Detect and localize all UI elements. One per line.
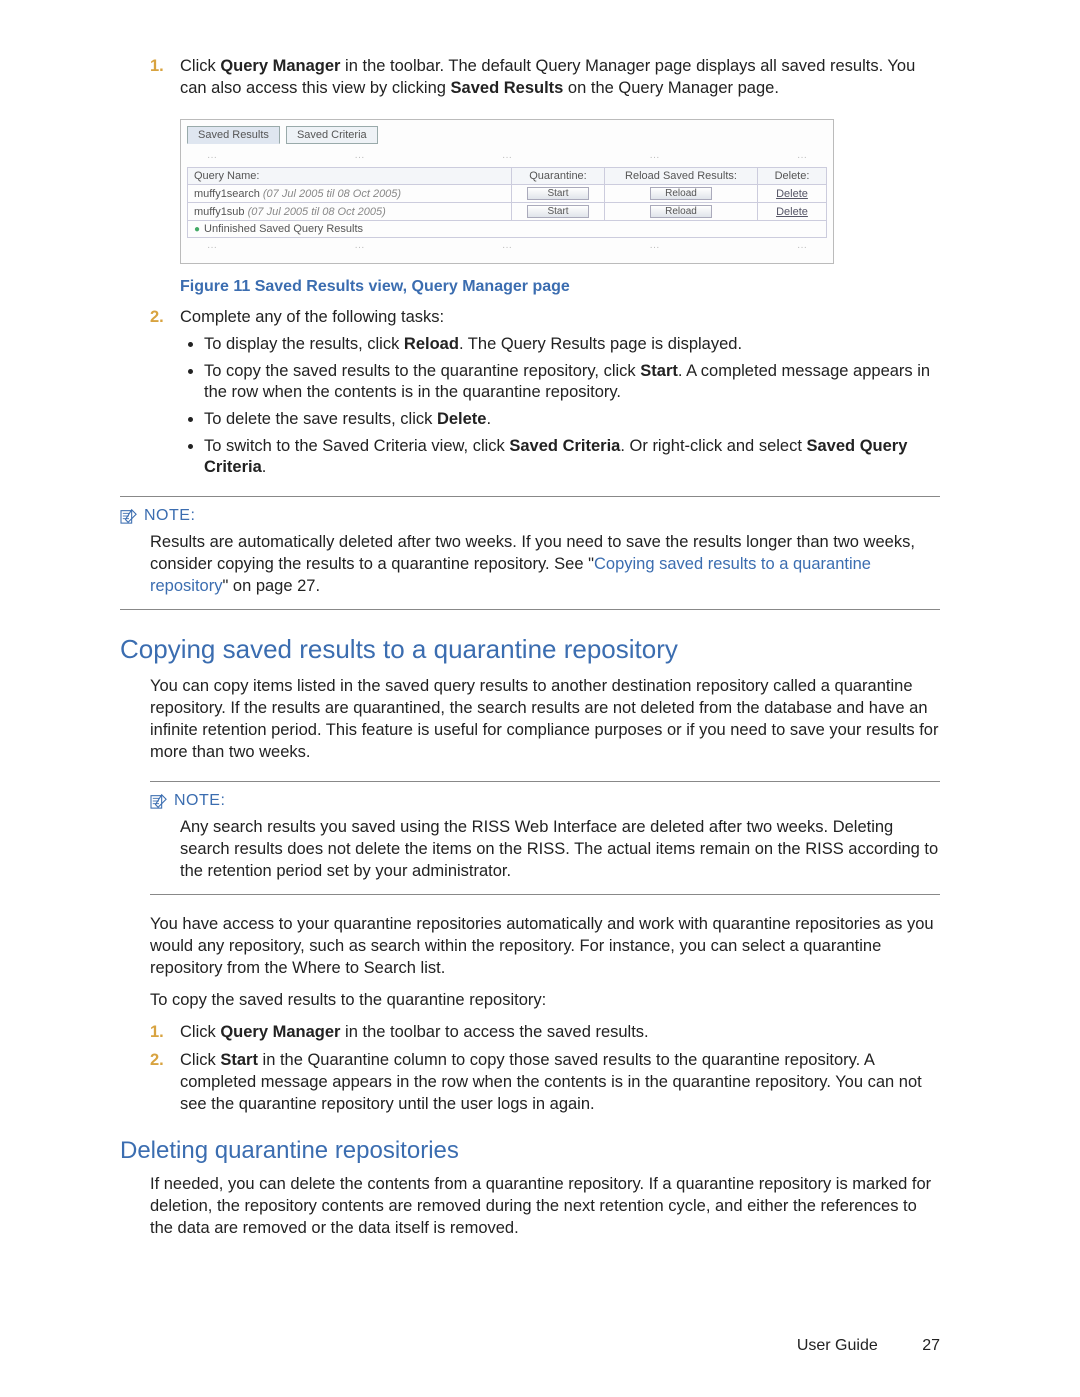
footer-page-number: 27: [922, 1337, 940, 1354]
copy-step-2: 2. Click Start in the Quarantine column …: [150, 1049, 940, 1115]
step-1: 1. Click Query Manager in the toolbar. T…: [150, 55, 940, 99]
decorative-dots: ···············: [187, 152, 827, 163]
tab-saved-results[interactable]: Saved Results: [187, 126, 280, 144]
saved-results-table: Query Name: Quarantine: Reload Saved Res…: [187, 167, 827, 238]
note-icon: [120, 508, 138, 524]
start-button[interactable]: Start: [527, 187, 589, 200]
bullet-reload: To display the results, click Reload. Th…: [204, 334, 940, 355]
col-quarantine: Quarantine:: [512, 168, 605, 185]
bullet-start: To copy the saved results to the quarant…: [204, 361, 940, 403]
heading-deleting: Deleting quarantine repositories: [120, 1137, 940, 1165]
bullet-delete: To delete the save results, click Delete…: [204, 409, 940, 430]
figure-caption: Figure 11 Saved Results view, Query Mana…: [180, 278, 940, 296]
note-block: NOTE: Any search results you saved using…: [150, 781, 940, 895]
bullet-saved-criteria: To switch to the Saved Criteria view, cl…: [204, 436, 940, 478]
delete-link[interactable]: Delete: [776, 206, 808, 218]
step-1-text: Click Query Manager in the toolbar. The …: [180, 57, 915, 97]
page-footer: User Guide 27: [797, 1337, 940, 1355]
col-reload: Reload Saved Results:: [605, 168, 758, 185]
start-button[interactable]: Start: [527, 205, 589, 218]
note-label: NOTE:: [120, 507, 940, 525]
para-copying-intro: You can copy items listed in the saved q…: [150, 675, 940, 763]
note-block: NOTE: Results are automatically deleted …: [120, 496, 940, 610]
table-header-row: Query Name: Quarantine: Reload Saved Res…: [188, 168, 827, 185]
table-row: ●Unfinished Saved Query Results: [188, 221, 827, 238]
note-icon: [150, 793, 168, 809]
note-label: NOTE:: [150, 792, 940, 810]
step-2-lead: Complete any of the following tasks:: [180, 308, 444, 326]
table-row: muffy1sub (07 Jul 2005 til 08 Oct 2005) …: [188, 203, 827, 221]
para-to-copy: To copy the saved results to the quarant…: [150, 989, 940, 1011]
step-2-num: 2.: [150, 306, 164, 328]
para-deleting: If needed, you can delete the contents f…: [150, 1173, 940, 1239]
figure-saved-results: Saved Results Saved Criteria ···········…: [180, 119, 834, 264]
decorative-dots: ···············: [187, 242, 827, 253]
footer-label: User Guide: [797, 1337, 878, 1354]
reload-button[interactable]: Reload: [650, 187, 712, 200]
step-2: 2. Complete any of the following tasks: …: [150, 306, 940, 478]
col-delete: Delete:: [758, 168, 827, 185]
reload-button[interactable]: Reload: [650, 205, 712, 218]
note-text: Results are automatically deleted after …: [150, 531, 940, 597]
copy-step-1: 1. Click Query Manager in the toolbar to…: [150, 1021, 940, 1043]
heading-copying: Copying saved results to a quarantine re…: [120, 634, 940, 665]
delete-link[interactable]: Delete: [776, 188, 808, 200]
copy-step-1-num: 1.: [150, 1021, 164, 1043]
step-1-num: 1.: [150, 55, 164, 77]
table-row: muffy1search (07 Jul 2005 til 08 Oct 200…: [188, 185, 827, 203]
copy-step-2-num: 2.: [150, 1049, 164, 1071]
note-text: Any search results you saved using the R…: [180, 816, 940, 882]
para-access-quarantine: You have access to your quarantine repos…: [150, 913, 940, 979]
bullet-icon: ●: [194, 224, 204, 235]
tab-saved-criteria[interactable]: Saved Criteria: [286, 126, 378, 144]
col-query-name: Query Name:: [188, 168, 512, 185]
